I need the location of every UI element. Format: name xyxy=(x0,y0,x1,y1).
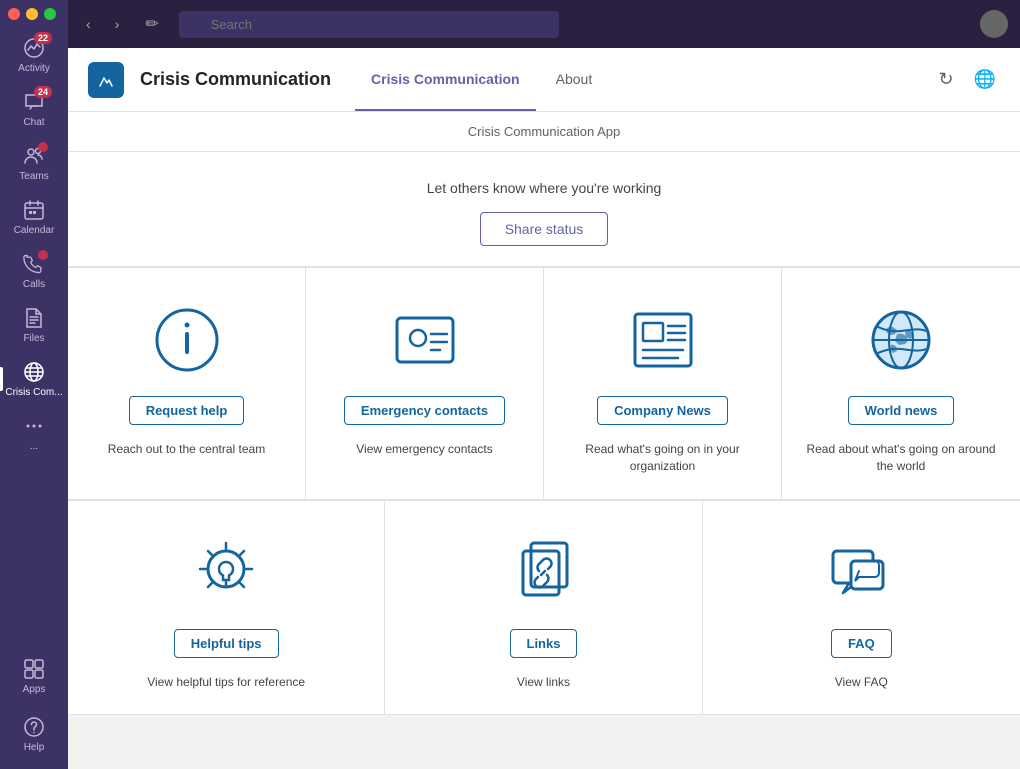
helpful-tips-icon xyxy=(186,533,266,613)
faq-icon xyxy=(821,533,901,613)
emergency-contacts-desc: View emergency contacts xyxy=(356,441,493,458)
links-desc: View links xyxy=(517,674,570,691)
search-input[interactable] xyxy=(179,11,559,38)
crisis-label: Crisis Com... xyxy=(5,387,62,398)
files-icon xyxy=(22,306,46,330)
card-emergency-contacts: Emergency contacts View emergency contac… xyxy=(306,268,544,500)
sidebar: 22 Activity 24 Chat Teams xyxy=(0,0,68,769)
card-links: Links View links xyxy=(385,501,702,716)
apps-icon xyxy=(22,657,46,681)
more-icon xyxy=(22,414,46,438)
calendar-icon xyxy=(22,198,46,222)
app-title: Crisis Communication xyxy=(140,69,331,90)
activity-label: Activity xyxy=(18,63,50,74)
company-news-button[interactable]: Company News xyxy=(597,396,728,425)
refresh-button[interactable]: ↻ xyxy=(934,65,957,94)
calls-badge xyxy=(38,250,48,260)
globe-button[interactable]: 🌐 xyxy=(970,65,1000,94)
back-button[interactable]: ‹ xyxy=(80,12,97,36)
request-help-desc: Reach out to the central team xyxy=(108,441,265,458)
tab-crisis-communication[interactable]: Crisis Communication xyxy=(355,48,536,111)
cards-row-1: Request help Reach out to the central te… xyxy=(68,267,1020,500)
more-label: ... xyxy=(30,441,38,452)
hero-subtitle: Let others know where you're working xyxy=(88,180,1000,196)
help-label: Help xyxy=(24,742,45,753)
compose-button[interactable]: ✏ xyxy=(137,10,166,38)
emergency-contacts-icon xyxy=(385,300,465,380)
sidebar-item-apps[interactable]: Apps xyxy=(0,649,68,703)
content-inner: Crisis Communication App Let others know… xyxy=(68,112,1020,715)
sidebar-item-calls[interactable]: Calls xyxy=(0,244,68,298)
sidebar-item-chat[interactable]: 24 Chat xyxy=(0,82,68,136)
app-header-label: Crisis Communication App xyxy=(68,112,1020,152)
maximize-dot[interactable] xyxy=(44,8,56,20)
app-tabs: Crisis Communication About xyxy=(355,48,608,111)
app-icon xyxy=(88,62,124,98)
card-faq: FAQ View FAQ xyxy=(703,501,1020,716)
user-avatar[interactable] xyxy=(980,10,1008,38)
request-help-button[interactable]: Request help xyxy=(129,396,245,425)
search-wrapper: 🔍 xyxy=(179,11,559,38)
content-area: Crisis Communication App Let others know… xyxy=(68,112,1020,769)
sidebar-item-activity[interactable]: 22 Activity xyxy=(0,28,68,82)
tab-about[interactable]: About xyxy=(540,48,609,111)
card-world-news: World news Read about what's going on ar… xyxy=(782,268,1020,500)
emergency-contacts-button[interactable]: Emergency contacts xyxy=(344,396,505,425)
minimize-dot[interactable] xyxy=(26,8,38,20)
share-status-button[interactable]: Share status xyxy=(480,212,609,246)
chat-label: Chat xyxy=(23,117,44,128)
helpful-tips-desc: View helpful tips for reference xyxy=(147,674,305,691)
company-news-desc: Read what's going on in your organizatio… xyxy=(564,441,761,475)
card-helpful-tips: Helpful tips View helpful tips for refer… xyxy=(68,501,385,716)
activity-badge: 22 xyxy=(34,32,52,44)
calendar-label: Calendar xyxy=(14,225,55,236)
chat-badge: 24 xyxy=(34,86,52,98)
hero-section: Let others know where you're working Sha… xyxy=(68,152,1020,267)
world-news-desc: Read about what's going on around the wo… xyxy=(802,441,1000,475)
card-request-help: Request help Reach out to the central te… xyxy=(68,268,306,500)
app-header: Crisis Communication Crisis Communicatio… xyxy=(68,48,1020,112)
sidebar-item-teams[interactable]: Teams xyxy=(0,136,68,190)
close-dot[interactable] xyxy=(8,8,20,20)
card-company-news: Company News Read what's going on in you… xyxy=(544,268,782,500)
faq-desc: View FAQ xyxy=(835,674,888,691)
sidebar-item-files[interactable]: Files xyxy=(0,298,68,352)
main-content: ‹ › ✏ 🔍 Crisis Communication Crisis Comm… xyxy=(68,0,1020,769)
company-news-icon xyxy=(623,300,703,380)
crisis-icon xyxy=(22,360,46,384)
sidebar-item-calendar[interactable]: Calendar xyxy=(0,190,68,244)
forward-button[interactable]: › xyxy=(109,12,126,36)
titlebar: ‹ › ✏ 🔍 xyxy=(68,0,1020,48)
world-news-icon xyxy=(861,300,941,380)
help-icon xyxy=(22,715,46,739)
teams-label: Teams xyxy=(19,171,48,182)
files-label: Files xyxy=(23,333,44,344)
teams-badge xyxy=(38,142,48,152)
helpful-tips-button[interactable]: Helpful tips xyxy=(174,629,279,658)
calls-label: Calls xyxy=(23,279,45,290)
sidebar-item-crisis[interactable]: Crisis Com... xyxy=(0,352,68,406)
sidebar-item-more[interactable]: ... xyxy=(0,406,68,460)
world-news-button[interactable]: World news xyxy=(848,396,955,425)
links-button[interactable]: Links xyxy=(510,629,578,658)
links-icon xyxy=(503,533,583,613)
calls-icon xyxy=(22,252,46,276)
header-actions: ↻ 🌐 xyxy=(934,65,1000,94)
teams-icon xyxy=(22,144,46,168)
faq-button[interactable]: FAQ xyxy=(831,629,892,658)
activity-icon: 22 xyxy=(22,36,46,60)
request-help-icon xyxy=(147,300,227,380)
apps-label: Apps xyxy=(23,684,46,695)
sidebar-item-help[interactable]: Help xyxy=(0,707,68,761)
chat-icon: 24 xyxy=(22,90,46,114)
cards-row-2: Helpful tips View helpful tips for refer… xyxy=(68,500,1020,716)
